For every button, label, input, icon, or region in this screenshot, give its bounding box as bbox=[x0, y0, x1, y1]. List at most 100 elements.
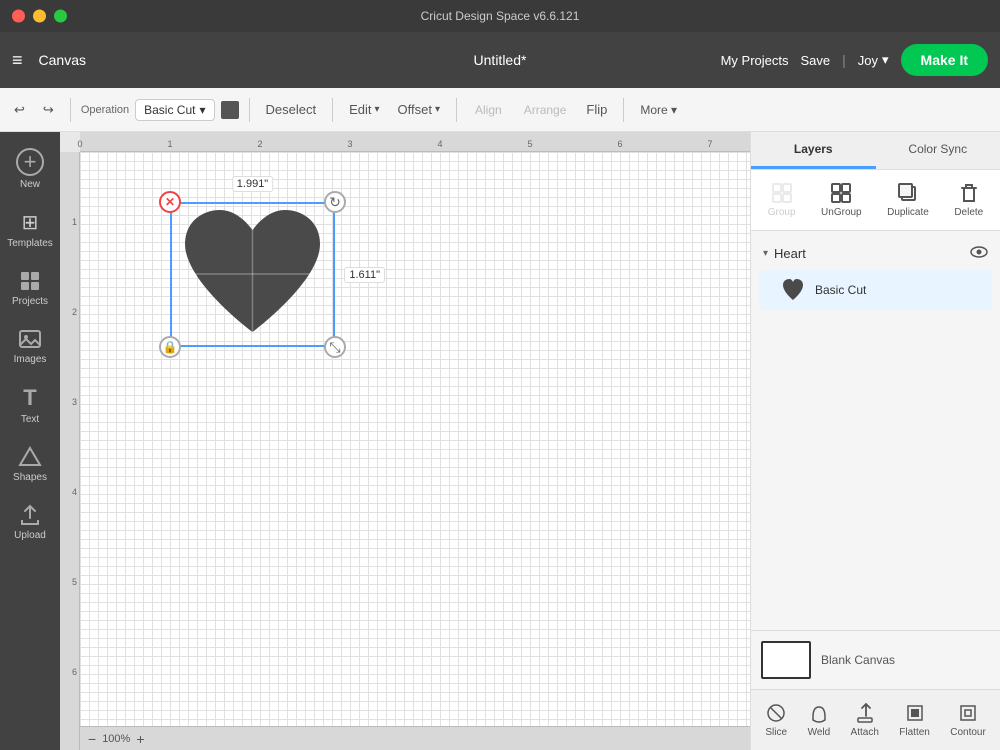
attach-icon bbox=[854, 702, 876, 724]
delete-action[interactable]: Delete bbox=[946, 178, 991, 222]
flip-label: Flip bbox=[586, 102, 607, 117]
sidebar-item-new[interactable]: + New bbox=[4, 140, 56, 198]
heart-thumbnail-icon bbox=[780, 277, 806, 303]
operation-select[interactable]: Basic Cut ▾ bbox=[135, 99, 214, 121]
flatten-tool[interactable]: Flatten bbox=[891, 698, 938, 742]
sidebar-item-upload[interactable]: Upload bbox=[4, 495, 56, 549]
chevron-down-icon: ▾ bbox=[199, 103, 205, 117]
lock-handle[interactable]: 🔒 bbox=[159, 336, 181, 358]
minimize-button[interactable] bbox=[33, 10, 46, 23]
user-menu[interactable]: Joy ▾ bbox=[858, 52, 889, 68]
slice-tool[interactable]: Slice bbox=[757, 698, 795, 742]
header: ≡ Canvas Untitled* My Projects Save | Jo… bbox=[0, 32, 1000, 88]
sidebar-item-label: Text bbox=[21, 414, 39, 425]
templates-icon: ⊞ bbox=[22, 210, 39, 235]
arrange-button[interactable]: Arrange bbox=[516, 99, 575, 121]
sidebar-item-images[interactable]: Images bbox=[4, 319, 56, 373]
blank-canvas-section: Blank Canvas bbox=[751, 630, 1000, 689]
color-swatch[interactable] bbox=[221, 101, 239, 119]
zoom-bar: − 100% + bbox=[80, 726, 750, 750]
close-button[interactable] bbox=[12, 10, 25, 23]
sidebar-item-label: New bbox=[20, 179, 40, 190]
ruler-vertical: 1 2 3 4 5 6 7 bbox=[60, 152, 80, 750]
undo-icon: ↩ bbox=[14, 102, 25, 118]
edit-chevron-icon: ▾ bbox=[375, 104, 380, 115]
edit-button[interactable]: Edit ▾ bbox=[343, 98, 385, 121]
eye-icon bbox=[970, 246, 988, 258]
sidebar-item-text[interactable]: T Text bbox=[4, 377, 56, 433]
document-title: Untitled* bbox=[474, 52, 527, 68]
width-dimension: 1.991" bbox=[232, 176, 273, 192]
align-label: Align bbox=[475, 103, 502, 117]
lock-icon[interactable]: 🔒 bbox=[159, 336, 181, 358]
zoom-in-button[interactable]: + bbox=[136, 731, 144, 747]
ungroup-icon bbox=[830, 182, 852, 204]
canvas-area[interactable]: 0 1 2 3 4 5 6 7 8 9 1 2 3 4 5 6 7 1.991"… bbox=[60, 132, 750, 750]
my-projects-link[interactable]: My Projects bbox=[721, 53, 789, 68]
delete-handle[interactable]: ✕ bbox=[159, 191, 181, 213]
save-link[interactable]: Save bbox=[800, 53, 830, 68]
username-label: Joy bbox=[858, 53, 878, 68]
zoom-out-button[interactable]: − bbox=[88, 731, 96, 747]
attach-tool[interactable]: Attach bbox=[843, 698, 887, 742]
sidebar-item-templates[interactable]: ⊞ Templates bbox=[4, 202, 56, 257]
tab-layers[interactable]: Layers bbox=[751, 132, 876, 169]
undo-button[interactable]: ↩ bbox=[8, 98, 31, 122]
bottom-tools: Slice Weld Attach Flatten bbox=[751, 689, 1000, 750]
titlebar: Cricut Design Space v6.6.121 bbox=[0, 0, 1000, 32]
divider: | bbox=[842, 52, 846, 68]
heart-shape-container[interactable]: 1.991" 1.611" ✕ ↻ 🔒 ⤡ bbox=[170, 202, 335, 347]
ruler-horizontal: 0 1 2 3 4 5 6 7 8 9 bbox=[80, 132, 750, 152]
hamburger-icon[interactable]: ≡ bbox=[12, 50, 23, 71]
arrange-label: Arrange bbox=[524, 103, 567, 117]
duplicate-icon bbox=[897, 182, 919, 204]
weld-tool[interactable]: Weld bbox=[800, 698, 839, 742]
header-right: My Projects Save | Joy ▾ Make It bbox=[721, 44, 988, 76]
align-button[interactable]: Align bbox=[467, 99, 510, 121]
resize-icon[interactable]: ⤡ bbox=[324, 336, 346, 358]
zoom-level: 100% bbox=[102, 733, 130, 745]
flip-button[interactable]: Flip bbox=[580, 98, 613, 121]
offset-button[interactable]: Offset ▾ bbox=[392, 98, 446, 121]
more-label: More ▾ bbox=[640, 103, 677, 117]
layer-item-name: Basic Cut bbox=[815, 283, 866, 297]
delete-icon bbox=[958, 182, 980, 204]
separator2 bbox=[249, 98, 250, 122]
rotate-handle[interactable]: ↻ bbox=[324, 191, 346, 213]
make-it-button[interactable]: Make It bbox=[901, 44, 988, 76]
slice-label: Slice bbox=[765, 727, 787, 738]
blank-canvas-preview bbox=[761, 641, 811, 679]
redo-button[interactable]: ↪ bbox=[37, 98, 60, 122]
group-action[interactable]: Group bbox=[760, 178, 804, 222]
resize-handle[interactable]: ⤡ bbox=[324, 336, 346, 358]
window-controls bbox=[12, 10, 67, 23]
separator bbox=[70, 98, 71, 122]
duplicate-action[interactable]: Duplicate bbox=[879, 178, 937, 222]
attach-label: Attach bbox=[851, 727, 879, 738]
weld-icon bbox=[808, 702, 830, 724]
layer-list: ▾ Heart Basic Cut bbox=[751, 231, 1000, 630]
layer-group-header[interactable]: ▾ Heart bbox=[759, 239, 992, 267]
more-button[interactable]: More ▾ bbox=[634, 99, 683, 121]
canvas-grid[interactable]: 1.991" 1.611" ✕ ↻ 🔒 ⤡ bbox=[80, 152, 750, 726]
maximize-button[interactable] bbox=[54, 10, 67, 23]
layer-arrow-icon: ▾ bbox=[763, 248, 768, 259]
delete-icon[interactable]: ✕ bbox=[159, 191, 181, 213]
tab-color-sync[interactable]: Color Sync bbox=[876, 132, 1000, 169]
height-dimension: 1.611" bbox=[344, 267, 385, 283]
deselect-button[interactable]: Deselect bbox=[260, 98, 323, 121]
offset-label: Offset bbox=[398, 102, 432, 117]
rotate-icon[interactable]: ↻ bbox=[324, 191, 346, 213]
ungroup-action[interactable]: UnGroup bbox=[813, 178, 870, 222]
operation-label: Operation bbox=[81, 104, 129, 116]
separator4 bbox=[456, 98, 457, 122]
layer-visibility-icon[interactable] bbox=[970, 245, 988, 261]
offset-chevron-icon: ▾ bbox=[435, 104, 440, 115]
panel-actions: Group UnGroup Duplicate bbox=[751, 170, 1000, 231]
contour-tool[interactable]: Contour bbox=[942, 698, 994, 742]
tab-layers-label: Layers bbox=[794, 142, 833, 156]
layer-item-basic-cut[interactable]: Basic Cut bbox=[759, 270, 992, 310]
group-icon bbox=[771, 182, 793, 204]
sidebar-item-shapes[interactable]: Shapes bbox=[4, 437, 56, 491]
sidebar-item-projects[interactable]: Projects bbox=[4, 261, 56, 315]
